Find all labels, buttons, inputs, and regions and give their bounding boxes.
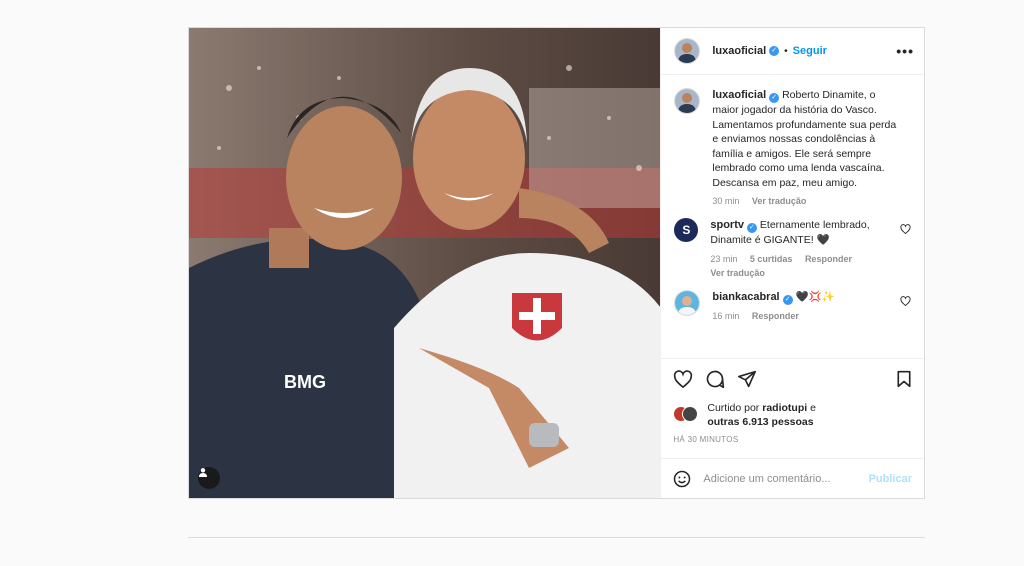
comment-time: 23 min — [710, 253, 738, 264]
page-divider — [188, 537, 925, 538]
verified-icon: ✓ — [782, 294, 793, 305]
post-username[interactable]: luxaoficial — [712, 45, 766, 57]
avatar[interactable] — [674, 289, 701, 316]
reply-button[interactable]: Responder — [805, 254, 852, 264]
comment-time: 16 min — [712, 310, 740, 321]
share-icon[interactable] — [737, 370, 757, 388]
comments-list[interactable]: luxaoficial ✓ Roberto Dinamite, o maior j… — [661, 76, 924, 356]
comment-text: 🖤💢✨ — [795, 290, 835, 303]
comment-item: S sportv ✓ Eternamente lembrado, Dinamite… — [674, 218, 911, 278]
translate-link[interactable]: Ver tradução — [710, 268, 765, 278]
liked-by-prefix: Curtido por — [707, 402, 760, 414]
publish-button[interactable]: Publicar — [869, 473, 912, 485]
heart-icon[interactable] — [673, 370, 693, 388]
comment-icon[interactable] — [705, 369, 725, 389]
svg-text:BMG: BMG — [284, 372, 326, 392]
caption-text: Roberto Dinamite, o maior jogador da his… — [712, 89, 897, 189]
comment-like-icon[interactable] — [900, 224, 911, 234]
verified-icon: ✓ — [769, 93, 780, 103]
comment-username[interactable]: biankacabral — [712, 291, 779, 303]
emoji-icon[interactable] — [673, 470, 691, 488]
caption-username[interactable]: luxaoficial — [712, 89, 766, 101]
instagram-post: BMG luxaoficial ✓ • Seguir ••• luxaofici… — [188, 27, 925, 499]
avatar[interactable] — [674, 88, 701, 114]
comment-item: biankacabral ✓ 🖤💢✨ 16 min Responder — [674, 289, 911, 321]
bookmark-icon[interactable] — [896, 370, 912, 388]
comment-like-icon[interactable] — [900, 295, 911, 306]
post-header: luxaoficial ✓ • Seguir ••• — [661, 28, 924, 75]
follow-button[interactable]: Seguir — [793, 45, 827, 57]
comment-likes[interactable]: 5 curtidas — [750, 254, 793, 264]
post-photo[interactable]: BMG — [189, 28, 661, 498]
comment-input[interactable] — [703, 472, 869, 485]
liked-by-user[interactable]: radiotupi — [762, 402, 807, 414]
post-sidebar: luxaoficial ✓ • Seguir ••• luxaoficial ✓ … — [660, 28, 924, 498]
user-tag-icon[interactable] — [198, 467, 220, 489]
post-actions: Curtido por radiotupi e outras 6.913 pes… — [661, 358, 924, 444]
caption: luxaoficial ✓ Roberto Dinamite, o maior j… — [674, 88, 911, 206]
more-options-icon[interactable]: ••• — [896, 43, 914, 59]
avatar[interactable]: S — [674, 218, 699, 242]
separator-dot: • — [784, 45, 788, 57]
liker-avatars[interactable] — [673, 406, 699, 424]
likes-summary: Curtido por radiotupi e outras 6.913 pes… — [673, 401, 912, 429]
translate-link[interactable]: Ver tradução — [752, 196, 807, 206]
post-timestamp[interactable]: HÁ 30 MINUTOS — [673, 435, 912, 444]
verified-icon: ✓ — [746, 223, 757, 233]
liked-by-and: e — [810, 402, 816, 414]
avatar[interactable] — [674, 38, 701, 64]
comment-username[interactable]: sportv — [710, 219, 744, 231]
add-comment-bar: Publicar — [661, 458, 924, 498]
liked-by-others[interactable]: outras 6.913 pessoas — [707, 416, 813, 428]
reply-button[interactable]: Responder — [752, 311, 799, 321]
verified-icon: ✓ — [769, 46, 780, 56]
caption-time: 30 min — [712, 196, 740, 206]
photo-illustration: BMG — [189, 28, 661, 498]
